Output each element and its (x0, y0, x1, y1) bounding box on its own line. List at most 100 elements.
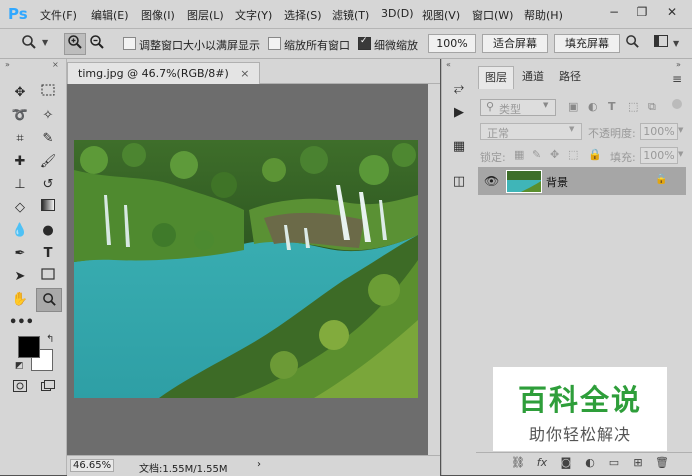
tab-close-icon[interactable]: × (240, 67, 249, 80)
eyedropper-tool-icon[interactable]: ✎ (37, 128, 59, 150)
opacity-field[interactable]: 100% (640, 123, 678, 140)
foreground-color-swatch[interactable] (18, 336, 40, 358)
zoom-out-icon[interactable] (86, 33, 108, 55)
properties-panel-icon[interactable]: ▦ (449, 137, 469, 157)
fit-screen-button[interactable]: 适合屏幕 (482, 34, 548, 53)
status-menu-arrow-icon[interactable]: › (257, 459, 261, 470)
filter-adjustment-icon[interactable]: ◐ (588, 100, 598, 113)
fill-screen-button[interactable]: 填充屏幕 (554, 34, 620, 53)
link-layers-icon[interactable]: ⛓ (510, 456, 526, 469)
chevron-down-icon[interactable]: ▼ (42, 38, 48, 47)
menu-layer[interactable]: 图层(L) (187, 7, 224, 23)
collapse-icon[interactable]: » (5, 60, 10, 69)
hand-tool-icon[interactable]: ✋ (9, 289, 31, 311)
vertical-scrollbar[interactable] (428, 84, 440, 455)
menu-help[interactable]: 帮助(H) (524, 7, 563, 23)
swap-colors-icon[interactable]: ↰ (46, 334, 54, 345)
filter-pixel-icon[interactable]: ▣ (568, 100, 578, 113)
filter-smart-object-icon[interactable]: ⧉ (648, 100, 656, 114)
tab-channels[interactable]: 通道 (516, 66, 550, 88)
history-panel-icon[interactable]: ⥂ (449, 79, 469, 99)
eye-icon[interactable]: 👁 (484, 174, 499, 188)
panel-close-icon[interactable]: × (52, 60, 59, 69)
zoom-tool-preset-icon[interactable] (18, 33, 40, 55)
filter-type-icon[interactable]: T (608, 100, 616, 113)
default-colors-icon[interactable]: ◩ (15, 361, 24, 371)
new-layer-icon[interactable]: ⊞ (630, 456, 646, 469)
workspace-icon[interactable] (650, 33, 672, 55)
lock-transparent-icon[interactable]: ▦ (514, 148, 524, 161)
menu-3d[interactable]: 3D(D) (381, 7, 414, 20)
quick-mask-icon[interactable] (9, 378, 31, 400)
new-group-icon[interactable]: ▭ (606, 456, 622, 469)
healing-brush-tool-icon[interactable]: ✚ (9, 151, 31, 173)
marquee-tool-icon[interactable] (37, 82, 59, 104)
filter-shape-icon[interactable]: ⬚ (628, 100, 638, 113)
rectangle-tool-icon[interactable] (37, 266, 59, 288)
filter-type-select[interactable]: ⚲ 类型 ▼ (480, 99, 556, 116)
fill-chevron-icon[interactable]: ▼ (678, 150, 683, 158)
scrubby-zoom-checkbox[interactable] (358, 36, 371, 50)
screen-mode-icon[interactable] (37, 378, 59, 400)
tab-layers[interactable]: 图层 (478, 66, 514, 89)
expand-panels-icon[interactable]: « (446, 60, 451, 69)
lock-pixels-icon[interactable]: ✎ (532, 148, 541, 161)
move-tool-icon[interactable]: ✥ (9, 82, 31, 104)
layers-collapse-icon[interactable]: » (676, 60, 681, 69)
crop-tool-icon[interactable]: ⌗ (9, 128, 31, 150)
tab-paths[interactable]: 路径 (553, 66, 587, 88)
menu-window[interactable]: 窗口(W) (472, 7, 513, 23)
layer-name[interactable]: 背景 (546, 174, 568, 190)
zoom-level-field[interactable]: 46.65% (70, 459, 115, 472)
minimize-button[interactable]: − (604, 4, 624, 20)
menu-edit[interactable]: 编辑(E) (91, 7, 129, 23)
menu-filter[interactable]: 滤镜(T) (332, 7, 369, 23)
gradient-tool-icon[interactable] (37, 197, 59, 219)
edit-toolbar-icon[interactable]: ••• (9, 312, 34, 334)
eraser-tool-icon[interactable]: ◇ (9, 197, 31, 219)
clone-stamp-tool-icon[interactable]: ⊥ (9, 174, 31, 196)
history-brush-tool-icon[interactable]: ↺ (37, 174, 59, 196)
brush-tool-icon[interactable]: 🖌 (37, 151, 59, 173)
resize-windows-checkbox[interactable] (123, 37, 136, 50)
workspace-chevron-icon[interactable]: ▼ (673, 39, 679, 48)
lock-all-icon[interactable]: 🔒 (588, 148, 602, 161)
canvas-area[interactable] (67, 84, 428, 455)
zoom-all-windows-checkbox[interactable] (268, 37, 281, 50)
panel-menu-icon[interactable]: ≡ (672, 72, 682, 86)
blur-tool-icon[interactable]: 💧 (9, 220, 31, 242)
restore-button[interactable]: ❐ (632, 4, 652, 20)
zoom-100-button[interactable]: 100% (428, 34, 476, 53)
adjustment-layer-icon[interactable]: ◐ (582, 456, 598, 469)
lock-artboard-icon[interactable]: ⬚ (568, 148, 578, 161)
menu-select[interactable]: 选择(S) (284, 7, 322, 23)
add-mask-icon[interactable]: ◙ (558, 456, 574, 469)
menu-type[interactable]: 文字(Y) (235, 7, 272, 23)
document-image[interactable] (74, 140, 418, 398)
dodge-tool-icon[interactable]: ● (37, 220, 59, 242)
opacity-chevron-icon[interactable]: ▼ (678, 126, 683, 134)
pen-tool-icon[interactable]: ✒ (9, 243, 31, 265)
lock-position-icon[interactable]: ✥ (550, 148, 559, 161)
close-button[interactable]: ✕ (662, 4, 682, 20)
filter-toggle-icon[interactable] (672, 99, 682, 109)
actions-panel-icon[interactable]: ▶ (449, 103, 469, 123)
menu-view[interactable]: 视图(V) (422, 7, 460, 23)
delete-layer-icon[interactable]: 🗑 (654, 456, 670, 469)
search-icon[interactable] (621, 33, 643, 55)
zoom-in-icon[interactable] (64, 33, 86, 55)
fill-field[interactable]: 100% (640, 147, 678, 164)
menu-image[interactable]: 图像(I) (141, 7, 175, 23)
zoom-tool-icon[interactable] (36, 288, 62, 312)
adjustments-panel-icon[interactable]: ◫ (449, 172, 469, 192)
path-selection-tool-icon[interactable]: ➤ (9, 266, 31, 288)
document-tab[interactable]: timg.jpg @ 46.7%(RGB/8#) × (67, 62, 261, 84)
layer-row-background[interactable]: 👁 背景 🔒 (478, 167, 686, 195)
photoshop-logo[interactable]: Ps (8, 5, 28, 23)
magic-wand-tool-icon[interactable]: ✧ (37, 105, 59, 127)
fx-icon[interactable]: fx (534, 456, 550, 469)
type-tool-icon[interactable]: T (37, 243, 59, 265)
blend-mode-select[interactable]: 正常 ▼ (480, 123, 582, 140)
lasso-tool-icon[interactable]: ➰ (9, 105, 31, 127)
menu-file[interactable]: 文件(F) (40, 7, 77, 23)
